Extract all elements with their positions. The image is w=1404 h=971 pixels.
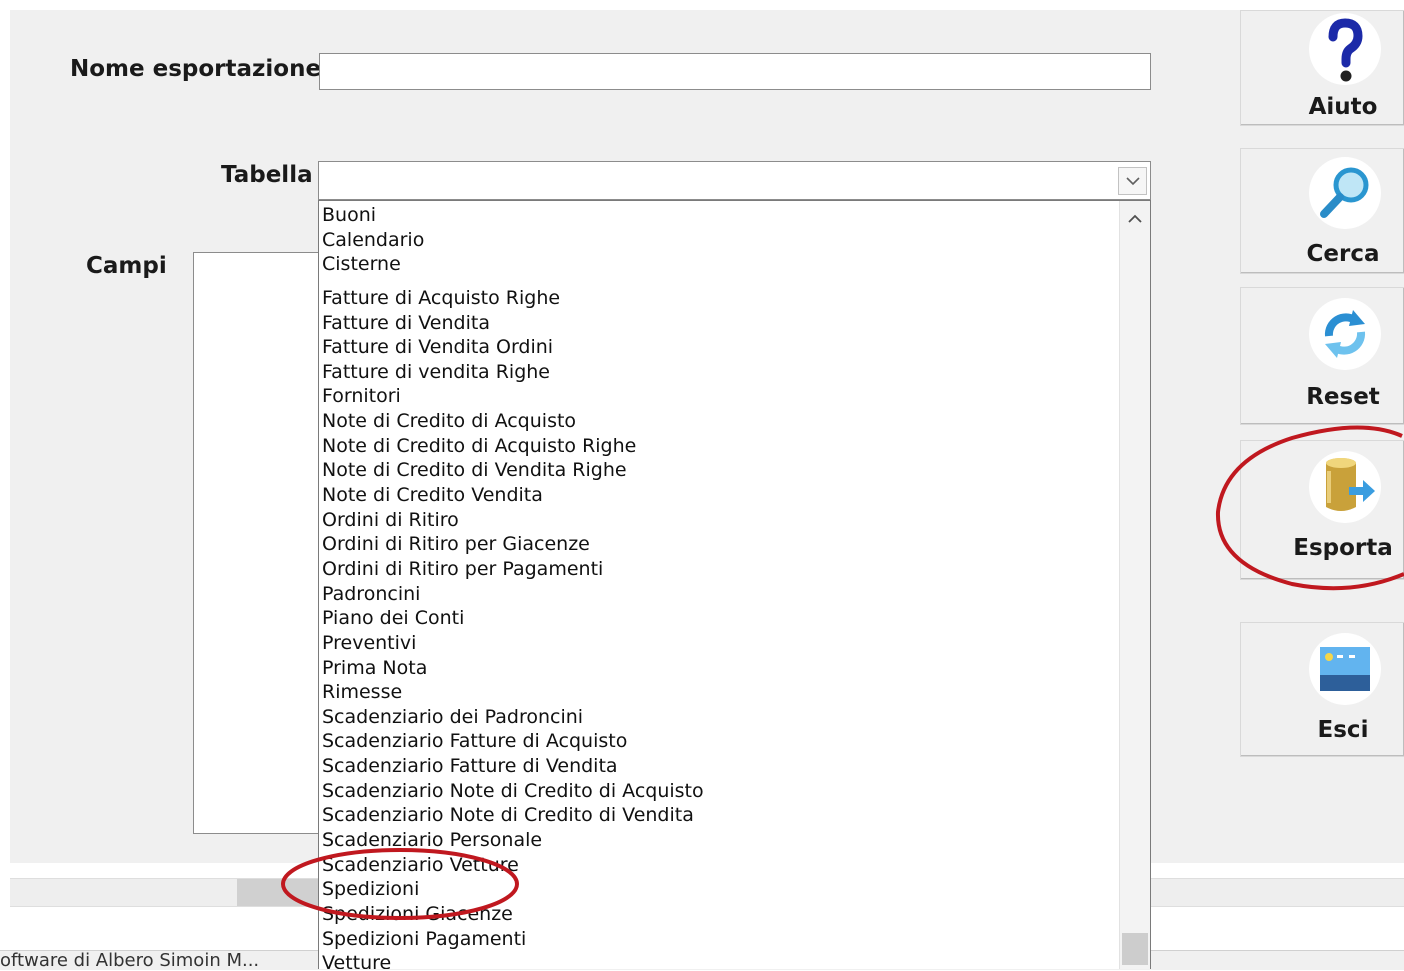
dropdown-item[interactable]: Note di Credito di Acquisto [322,409,704,434]
table-label: Tabella [221,162,313,188]
name-label: Nome esportazione [70,56,322,82]
table-combobox[interactable] [318,161,1151,200]
dropdown-item[interactable]: Ordini di Ritiro [322,508,704,533]
dropdown-item[interactable]: Buoni [322,203,704,228]
dropdown-item[interactable]: Fatture di Vendita Ordini [322,335,704,360]
help-button[interactable]: Aiuto [1240,10,1404,126]
reset-button-label: Reset [1306,384,1380,410]
dropdown-item[interactable]: Ordini di Ritiro per Giacenze [322,532,704,557]
search-button[interactable]: Cerca [1240,148,1404,274]
exit-button-label: Esci [1317,717,1369,743]
dropdown-item[interactable]: Prima Nota [322,656,704,681]
help-button-label: Aiuto [1308,94,1378,120]
dropdown-item[interactable]: Fatture di vendita Righe [322,360,704,385]
horizontal-scroll-thumb[interactable] [237,879,328,906]
dropdown-item[interactable]: Scadenziario Vetture [322,853,704,878]
dropdown-item[interactable]: Rimesse [322,680,704,705]
reset-button[interactable]: Reset [1240,287,1404,425]
scroll-thumb[interactable] [1122,933,1148,965]
dropdown-item[interactable]: Scadenziario Fatture di Acquisto [322,729,704,754]
dropdown-item[interactable]: Scadenziario Note di Credito di Acquisto [322,779,704,804]
refresh-icon [1309,298,1381,370]
fields-label: Campi [86,253,167,279]
export-database-icon [1309,451,1381,523]
dropdown-item[interactable]: Preventivi [322,631,704,656]
dropdown-item[interactable]: Ordini di Ritiro per Pagamenti [322,557,704,582]
exit-button[interactable]: Esci [1240,622,1404,757]
dropdown-item[interactable]: Spedizioni Pagamenti [322,927,704,952]
exit-landscape-icon [1309,633,1381,705]
dropdown-item[interactable]: Piano dei Conti [322,606,704,631]
dropdown-item[interactable]: Scadenziario Personale [322,828,704,853]
combobox-arrow-button[interactable] [1118,167,1147,195]
scroll-up-arrow-icon[interactable] [1120,203,1150,233]
fields-listbox[interactable] [193,252,333,834]
dropdown-item[interactable]: Spedizioni Giacenze [322,902,704,927]
export-button[interactable]: Esporta [1240,440,1404,580]
dropdown-item[interactable]: Note di Credito di Vendita Righe [322,458,704,483]
dropdown-item[interactable]: Fatture di Vendita [322,311,704,336]
dropdown-item[interactable]: Padroncini [322,582,704,607]
table-dropdown-list[interactable]: Buoni Calendario Cisterne Fatture di Acquis… [318,200,1151,969]
dropdown-scrollbar[interactable] [1119,201,1150,969]
dropdown-item[interactable]: Cisterne [322,252,704,277]
dropdown-item[interactable]: Spedizioni [322,877,704,902]
dropdown-items: Buoni Calendario Cisterne Fatture di Acquis… [322,203,704,969]
dropdown-item[interactable]: Note di Credito di Acquisto Righe [322,434,704,459]
chevron-down-icon [1125,176,1140,185]
dropdown-item[interactable]: Note di Credito Vendita [322,483,704,508]
chevron-up-icon [1128,214,1142,223]
dropdown-item[interactable]: Fornitori [322,384,704,409]
dropdown-item[interactable]: Scadenziario Fatture di Vendita [322,754,704,779]
magnifier-icon [1309,157,1381,229]
export-button-label: Esporta [1293,535,1393,561]
name-input[interactable] [319,53,1151,90]
dropdown-item[interactable]: Calendario [322,228,704,253]
dropdown-item[interactable]: Scadenziario dei Padroncini [322,705,704,730]
search-button-label: Cerca [1306,241,1380,267]
status-text: oftware di Albero Simoin M... [0,950,260,971]
dropdown-item[interactable]: Scadenziario Note di Credito di Vendita [322,803,704,828]
question-mark-icon [1309,13,1381,85]
dropdown-item[interactable]: Vetture [322,951,704,969]
dropdown-item[interactable]: Fatture di Acquisto Righe [322,286,704,311]
